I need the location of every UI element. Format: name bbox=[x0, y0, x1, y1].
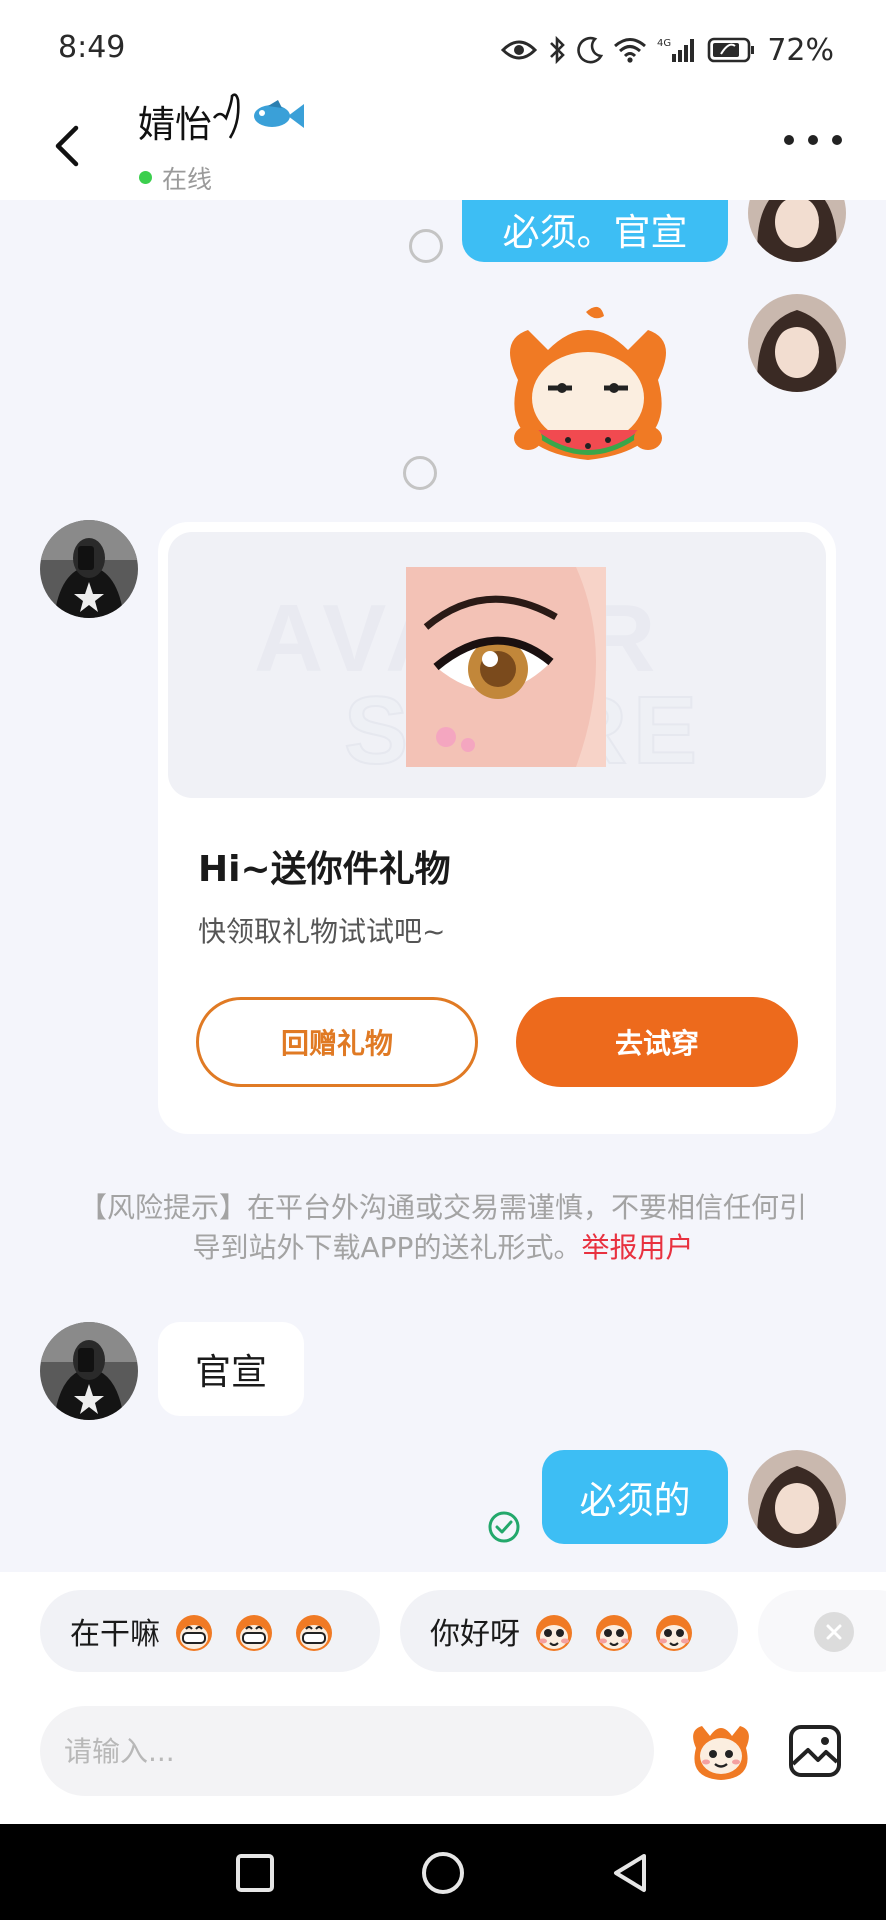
svg-text:4G: 4G bbox=[657, 38, 671, 49]
status-icons: 4G 72% bbox=[501, 30, 834, 70]
eye-icon bbox=[501, 38, 538, 62]
system-nav-bar bbox=[0, 1824, 886, 1920]
back-button[interactable] bbox=[42, 116, 92, 176]
battery-icon bbox=[707, 37, 755, 63]
contact-message-bubble[interactable]: 官宣 bbox=[158, 1322, 304, 1416]
name-decoration-fish-icon bbox=[212, 93, 304, 139]
chevron-left-icon bbox=[55, 125, 79, 167]
gift-item-image[interactable] bbox=[406, 567, 606, 767]
battery-percent: 72% bbox=[767, 32, 834, 68]
quick-reply-text: 在干嘛 bbox=[70, 1617, 160, 1652]
try-on-button[interactable]: 去试穿 bbox=[516, 997, 798, 1087]
online-indicator bbox=[139, 171, 152, 184]
more-options-button[interactable] bbox=[784, 128, 842, 152]
my-avatar[interactable] bbox=[748, 200, 846, 262]
status-time: 8:49 bbox=[58, 30, 126, 65]
grin-mascot-emoji bbox=[168, 1609, 340, 1653]
watermelon-mascot-sticker[interactable] bbox=[488, 300, 688, 490]
sending-status-icon bbox=[403, 456, 437, 490]
quick-reply-pill[interactable]: 在干嘛 bbox=[40, 1590, 380, 1672]
read-check-icon bbox=[488, 1511, 520, 1543]
status-bar: 8:49 4G 72% bbox=[0, 0, 886, 100]
contact-avatar[interactable] bbox=[40, 520, 138, 618]
bluetooth-icon bbox=[547, 35, 567, 65]
my-avatar[interactable] bbox=[748, 294, 846, 392]
contact-name[interactable]: 婧怡 bbox=[138, 94, 212, 148]
quick-replies-bar[interactable]: 在干嘛 你好呀 bbox=[0, 1572, 886, 1692]
close-icon bbox=[826, 1624, 842, 1640]
blush-mascot-emoji bbox=[528, 1609, 700, 1653]
return-gift-button[interactable]: 回赠礼物 bbox=[196, 997, 478, 1087]
recents-square-icon[interactable] bbox=[232, 1850, 278, 1896]
gift-banner: AVATAR STORE bbox=[168, 532, 826, 798]
input-bar bbox=[0, 1692, 886, 1824]
my-avatar[interactable] bbox=[748, 1450, 846, 1548]
gift-card[interactable]: AVATAR STORE Hi~送你件礼物 快领取礼物试试吧~ 回赠礼物 去试穿 bbox=[158, 522, 836, 1134]
wifi-icon bbox=[613, 36, 647, 64]
back-triangle-icon[interactable] bbox=[608, 1850, 654, 1896]
gift-title: Hi~送你件礼物 bbox=[198, 849, 451, 890]
contact-avatar[interactable] bbox=[40, 1322, 138, 1420]
chat-messages[interactable]: 必须。官宣 AVATAR STORE bbox=[0, 200, 886, 1572]
mascot-emoji-icon[interactable] bbox=[684, 1712, 758, 1786]
chat-header: 婧怡 在线 bbox=[0, 88, 886, 200]
online-status: 在线 bbox=[162, 165, 213, 194]
close-quick-replies-button[interactable] bbox=[814, 1612, 854, 1652]
my-message-bubble[interactable]: 必须。官宣 bbox=[462, 200, 728, 262]
more-dots-icon bbox=[784, 135, 794, 145]
risk-notice-text: 【风险提示】在平台外沟通或交易需谨慎，不要相信任何引导到站外下载APP的送礼形式… bbox=[78, 1191, 807, 1264]
quick-reply-pill[interactable]: 你好呀 bbox=[400, 1590, 738, 1672]
quick-reply-text: 你好呀 bbox=[430, 1617, 520, 1652]
moon-icon bbox=[577, 36, 604, 64]
gift-subtitle: 快领取礼物试试吧~ bbox=[198, 915, 446, 948]
image-icon[interactable] bbox=[788, 1724, 842, 1778]
my-message-bubble[interactable]: 必须的 bbox=[542, 1450, 728, 1544]
risk-notice: 【风险提示】在平台外沟通或交易需谨慎，不要相信任何引导到站外下载APP的送礼形式… bbox=[70, 1188, 816, 1268]
home-circle-icon[interactable] bbox=[420, 1850, 466, 1896]
message-input[interactable] bbox=[40, 1706, 654, 1796]
sending-status-icon bbox=[409, 229, 443, 263]
4g-signal-icon: 4G bbox=[657, 36, 697, 64]
report-user-link[interactable]: 举报用户 bbox=[581, 1231, 693, 1264]
